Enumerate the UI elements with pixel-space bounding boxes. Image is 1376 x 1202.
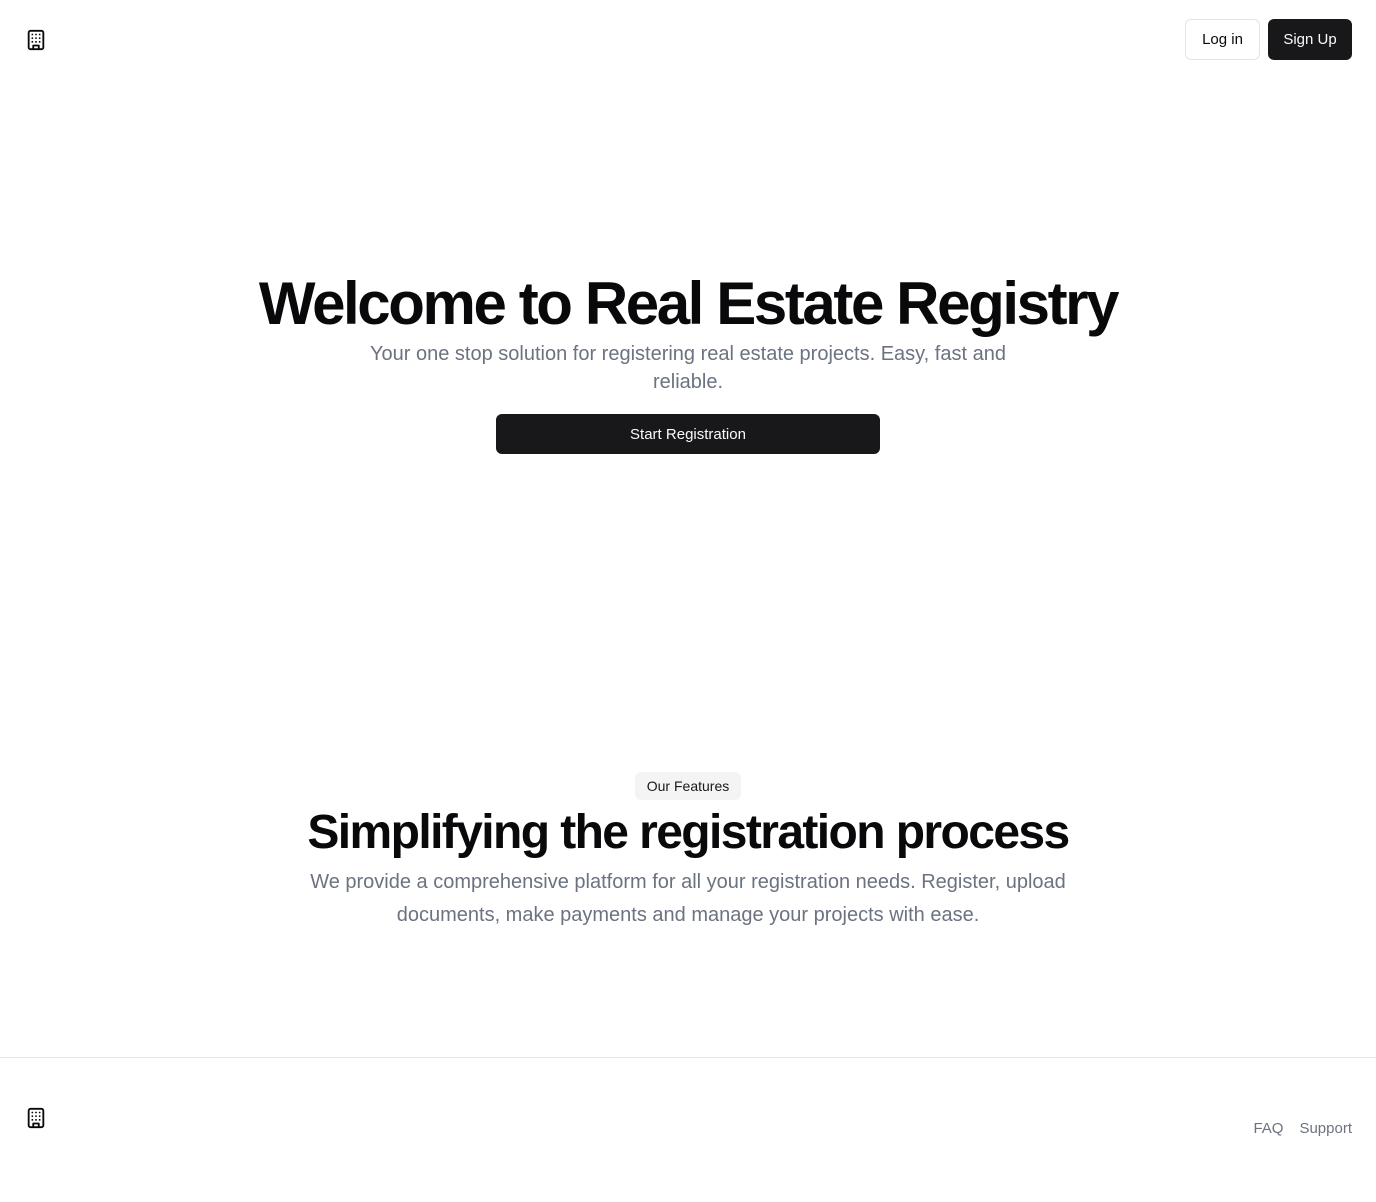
support-link[interactable]: Support — [1299, 1120, 1352, 1137]
hero-subtitle: Your one stop solution for registering r… — [370, 343, 1006, 393]
hero-title: Welcome to Real Estate Registry — [258, 270, 1120, 337]
auth-buttons: Log in Sign Up — [1185, 19, 1352, 60]
site-header: Log in Sign Up — [0, 0, 1376, 80]
signup-button[interactable]: Sign Up — [1268, 19, 1352, 60]
footer-nav: FAQ Support — [1253, 1120, 1352, 1137]
features-section: Our Features Simplifying the registratio… — [0, 772, 1376, 932]
building-icon[interactable] — [24, 28, 48, 52]
features-badge: Our Features — [634, 772, 742, 800]
start-registration-button[interactable]: Start Registration — [496, 414, 880, 454]
hero-section: Welcome to Real Estate Registry Your one… — [0, 268, 1376, 454]
footer-divider — [0, 1057, 1376, 1058]
features-title: Simplifying the registration process — [307, 806, 1070, 859]
faq-link[interactable]: FAQ — [1253, 1120, 1283, 1137]
features-description: We provide a comprehensive platform for … — [310, 871, 1066, 926]
login-button[interactable]: Log in — [1185, 19, 1260, 60]
building-icon[interactable] — [24, 1106, 48, 1130]
